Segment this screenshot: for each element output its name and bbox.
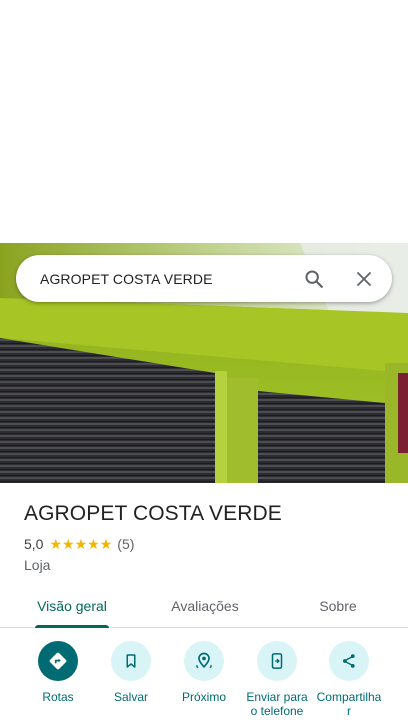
nearby-button[interactable]: Próximo [164, 641, 244, 704]
tab-bar: Visão geral Avaliações Sobre [0, 585, 408, 628]
tab-label: Avaliações [171, 598, 239, 614]
nearby-icon [184, 641, 224, 681]
action-label: Rotas [42, 690, 74, 704]
close-icon[interactable] [346, 261, 382, 297]
review-count: (5) [117, 536, 135, 552]
star-icon: ★ [99, 536, 113, 552]
search-bar[interactable]: AGROPET COSTA VERDE [16, 255, 392, 302]
place-category: Loja [24, 557, 51, 573]
tab-label: Sobre [319, 598, 357, 614]
share-button[interactable]: Compartilhar [309, 641, 389, 718]
rating-value: 5,0 [24, 536, 44, 552]
action-label: Compartilhar [316, 690, 382, 718]
tab-reviews[interactable]: Avaliações [168, 585, 242, 627]
place-title: AGROPET COSTA VERDE [24, 502, 282, 525]
save-button[interactable]: Salvar [91, 641, 171, 704]
directions-button[interactable]: Rotas [18, 641, 98, 704]
directions-icon [38, 641, 78, 681]
map-area-blank [0, 0, 408, 243]
action-label: Salvar [113, 690, 148, 704]
send-to-phone-button[interactable]: Enviar para o telefone [237, 641, 317, 718]
bookmark-icon [111, 641, 151, 681]
send-to-phone-icon [257, 641, 297, 681]
star-icon: ★ [62, 536, 75, 552]
tab-overview[interactable]: Visão geral [35, 585, 109, 628]
rating-row[interactable]: 5,0 ★ ★ ★ ★ ★ (5) [24, 535, 384, 553]
action-buttons: Rotas Salvar Próximo Enviar para o telef… [0, 641, 408, 726]
place-info: AGROPET COSTA VERDE 5,0 ★ ★ ★ ★ ★ (5) Lo… [24, 500, 384, 573]
tab-label: Visão geral [37, 598, 107, 614]
action-label: Próximo [181, 690, 226, 704]
star-icon: ★ [74, 536, 88, 552]
search-icon[interactable] [296, 261, 332, 297]
star-icon: ★ [49, 536, 63, 552]
star-rating: ★ ★ ★ ★ ★ [49, 537, 112, 551]
action-label: Enviar para o telefone [246, 690, 308, 718]
tab-about[interactable]: Sobre [316, 585, 360, 627]
search-input[interactable]: AGROPET COSTA VERDE [40, 271, 296, 287]
share-icon [329, 641, 369, 681]
star-icon: ★ [87, 536, 100, 552]
